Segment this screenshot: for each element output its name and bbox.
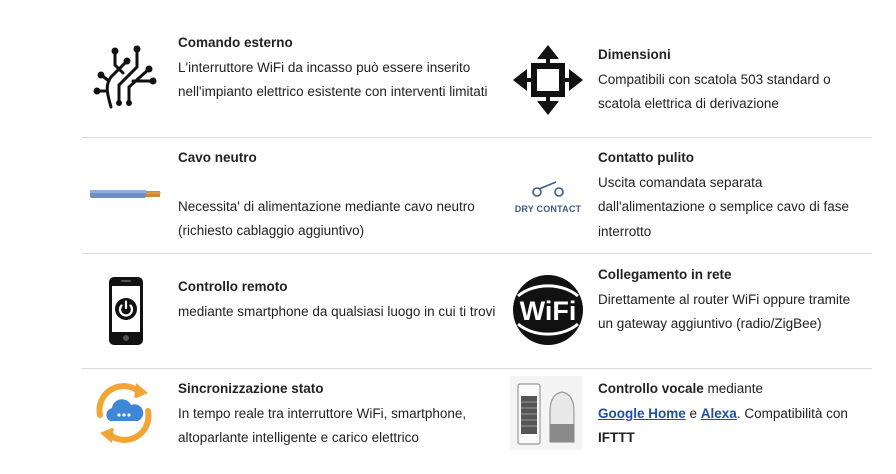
feature-title: Comando esterno [178, 35, 293, 50]
alexa-link[interactable]: Alexa [701, 406, 737, 421]
feature-title-suffix: mediante [703, 381, 764, 396]
feature-title: Contatto pulito [598, 150, 694, 165]
feature-description: Uscita comandata separata dall'alimentaz… [598, 174, 849, 239]
feature-row: Comando esterno L'interruttore WiFi da i… [82, 0, 872, 138]
circuit-hand-icon [86, 40, 166, 112]
smart-speakers-icon [510, 376, 582, 450]
wifi-logo-text: WiFi [520, 296, 577, 326]
features-grid: Comando esterno L'interruttore WiFi da i… [82, 0, 872, 474]
feature-title: Cavo neutro [178, 150, 257, 165]
feature-row: Cavo neutro Necessita' di alimentazione … [82, 138, 872, 254]
smartphone-power-icon [86, 274, 166, 348]
feature-title: Dimensioni [598, 47, 671, 62]
feature-description: Necessita' di alimentazione mediante cav… [178, 198, 475, 239]
feature-description: Direttamente al router WiFi oppure trami… [598, 291, 851, 332]
and-text: e [685, 405, 701, 421]
compat-text: . Compatibilità con [736, 405, 848, 421]
feature-description: In tempo reale tra interruttore WiFi, sm… [178, 405, 467, 446]
four-arrows-icon [508, 42, 588, 118]
feature-row: Controllo remoto mediante smartphone da … [82, 254, 872, 369]
ifttt-label: IFTTT [598, 430, 635, 445]
feature-title: Controllo vocale [598, 381, 704, 396]
feature-row: Sincronizzazione stato In tempo reale tr… [82, 369, 872, 474]
feature-description: mediante smartphone da qualsiasi luogo i… [178, 303, 496, 319]
feature-description: Compatibili con scatola 503 standard o s… [598, 71, 831, 112]
dry-contact-label: DRY CONTACT [514, 204, 582, 214]
feature-description: L'interruttore WiFi da incasso può esser… [178, 59, 488, 100]
dry-contact-icon: DRY CONTACT [508, 172, 588, 222]
neutral-cable-icon [88, 186, 164, 202]
cloud-sync-icon [84, 375, 164, 451]
wifi-logo-icon: WiFi [508, 274, 588, 346]
feature-title: Sincronizzazione stato [178, 381, 324, 396]
google-home-link[interactable]: Google Home [598, 406, 686, 421]
feature-title: Collegamento in rete [598, 267, 732, 282]
feature-title: Controllo remoto [178, 279, 288, 294]
